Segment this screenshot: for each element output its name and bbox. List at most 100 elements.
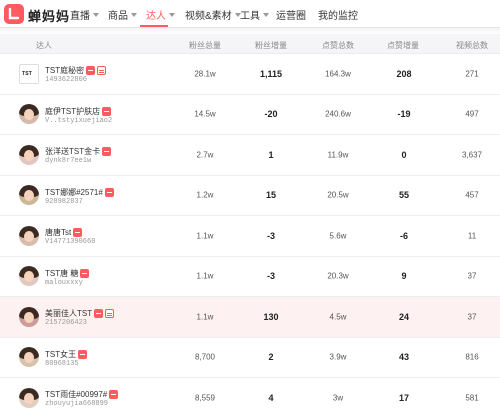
shop-badge-icon: [105, 309, 115, 318]
col-header-likes-total[interactable]: 点赞总数: [322, 40, 354, 51]
cell-fans-inc: 130: [263, 311, 279, 322]
cell-fans-total: 14.5w: [194, 109, 216, 119]
logo-icon[interactable]: TST: [19, 63, 39, 84]
cell-likes-inc: 0: [401, 149, 407, 160]
col-header-fans-inc[interactable]: 粉丝增量: [255, 40, 287, 51]
chevron-down-icon: [169, 13, 175, 17]
table-row[interactable]: TST雨佳#00997# zhouyujia668899 8,559 4 3w 17 581: [0, 378, 500, 408]
cell-likes-total: 5.6w: [329, 231, 347, 241]
influencer-name[interactable]: TST女王: [45, 349, 88, 360]
col-header-influencer[interactable]: 达人: [36, 40, 52, 51]
table-header: 达人 粉丝总量 粉丝增量 点赞总数 点赞增量 视频总数: [0, 34, 500, 54]
table-row[interactable]: TST女王 80968135 8,700 2 3.9w 43 816: [0, 338, 500, 378]
col-header-fans-total[interactable]: 粉丝总量: [189, 40, 221, 51]
influencer-name[interactable]: 唐唐Tst: [45, 227, 83, 238]
cell-likes-total: 4.5w: [329, 312, 347, 322]
avatar[interactable]: [19, 185, 39, 206]
cell-videos: 457: [465, 190, 479, 200]
avatar[interactable]: [19, 225, 39, 246]
influencer-name-text: TST雨佳#00997#: [45, 390, 108, 399]
influencer-id: 2157206423: [45, 319, 88, 327]
nav-my-monitor-label: 我的监控: [318, 11, 358, 22]
nav-videos[interactable]: 视频&素材: [185, 7, 241, 22]
col-header-videos[interactable]: 视频总数: [456, 40, 488, 51]
cell-likes-total: 240.6w: [325, 109, 351, 119]
nav-live-label: 直播: [70, 11, 90, 22]
avatar[interactable]: [19, 387, 39, 408]
influencer-id: V14771390660: [45, 238, 96, 246]
nav-ops-circle[interactable]: 运营圈: [276, 7, 306, 22]
cell-fans-inc: -3: [266, 230, 276, 241]
nav-tools[interactable]: 工具: [240, 7, 269, 22]
influencer-name[interactable]: TST娜娜#2571#: [45, 187, 114, 198]
influencer-name[interactable]: 庭伊TST护肤店: [45, 106, 112, 117]
table-row[interactable]: TST娜娜#2571# 928982837 1.2w 15 20.5w 55 457: [0, 176, 500, 216]
influencer-id: V..tstyixuejiao2: [45, 116, 113, 125]
chevron-down-icon: [131, 13, 137, 17]
influencer-name-text: TST庭秘密: [45, 66, 85, 75]
table-row[interactable]: 唐唐Tst V14771390660 1.1w -3 5.6w -6 11: [0, 216, 500, 257]
cell-fans-total: 1.1w: [196, 271, 214, 281]
influencer-name[interactable]: 张洋送TST金卡: [45, 146, 112, 157]
account-badge-icon: [102, 106, 112, 116]
nav-influencers[interactable]: 达人: [146, 7, 175, 22]
cell-fans-total: 1.2w: [196, 190, 214, 200]
cell-videos: 11: [467, 231, 477, 241]
table-row[interactable]: 美丽佳人TST 2157206423 1.1w 130 4.5w 24 37: [0, 297, 500, 338]
influencer-name[interactable]: 美丽佳人TST: [45, 308, 115, 319]
cell-likes-total: 11.9w: [327, 150, 349, 160]
nav-videos-label: 视频&素材: [185, 11, 232, 22]
cell-videos: 816: [465, 352, 479, 362]
cell-likes-inc: 17: [398, 392, 410, 403]
influencer-name[interactable]: TST庭秘密: [45, 65, 107, 76]
cell-likes-total: 164.3w: [325, 69, 351, 79]
nav-my-monitor[interactable]: 我的监控: [318, 7, 358, 22]
avatar[interactable]: [19, 266, 39, 287]
nav-tools-label: 工具: [240, 11, 260, 22]
influencer-name[interactable]: TST雨佳#00997#: [45, 389, 119, 400]
account-badge-icon: [78, 349, 88, 359]
avatar[interactable]: [19, 347, 39, 368]
table-row[interactable]: 庭伊TST护肤店 V..tstyixuejiao2 14.5w -20 240.6w -1…: [0, 95, 500, 135]
col-header-likes-inc[interactable]: 点赞增量: [387, 40, 419, 51]
account-badge-icon: [109, 390, 119, 399]
cell-likes-total: 20.5w: [327, 190, 349, 200]
cell-videos: 3,637: [461, 150, 483, 160]
influencer-id: 80968135: [45, 359, 79, 368]
nav-products-label: 商品: [108, 11, 128, 22]
table-row[interactable]: TST唐 糖 malouxxxy 1.1w -3 20.3w 9 37: [0, 257, 500, 297]
influencer-id: zhouyujia668899: [45, 400, 109, 408]
logo-icon[interactable]: [4, 4, 24, 24]
avatar[interactable]: [19, 144, 39, 165]
cell-likes-inc: 9: [401, 271, 407, 282]
shop-badge-icon: [97, 66, 107, 75]
account-badge-icon: [80, 268, 90, 278]
avatar[interactable]: [19, 104, 39, 125]
nav-ops-circle-label: 运营圈: [276, 11, 306, 22]
account-badge-icon: [86, 66, 96, 75]
influencer-name-text: TST娜娜#2571#: [45, 187, 103, 197]
table-row[interactable]: TST TST庭秘密 1493622806 28.1w 1,115 164.3w 208 27…: [0, 54, 500, 95]
nav-influencers-label: 达人: [146, 11, 166, 22]
cell-fans-inc: -3: [266, 271, 276, 282]
nav-live[interactable]: 直播: [70, 7, 99, 22]
active-tab-indicator: [140, 25, 168, 27]
avatar[interactable]: [19, 306, 39, 327]
cell-likes-inc: -6: [399, 230, 409, 241]
influencer-id: 1493622806: [45, 76, 88, 84]
cell-likes-total: 3.9w: [329, 352, 347, 362]
cell-fans-total: 2.7w: [196, 150, 214, 160]
cell-videos: 37: [467, 312, 477, 322]
influencer-name[interactable]: TST唐 糖: [45, 268, 90, 279]
cell-fans-total: 1.1w: [196, 231, 214, 241]
brand-name[interactable]: 蝉妈妈: [28, 6, 70, 25]
influencer-name-text: 美丽佳人TST: [45, 309, 93, 318]
cell-fans-inc: 1,115: [259, 68, 283, 79]
cell-likes-inc: 55: [398, 190, 410, 201]
table-row[interactable]: 张洋送TST金卡 dynk8r7ee1w 2.7w 1 11.9w 0 3,637: [0, 135, 500, 176]
nav-products[interactable]: 商品: [108, 7, 137, 22]
cell-likes-inc: 208: [396, 68, 412, 79]
influencer-name-text: 张洋送TST金卡: [45, 147, 101, 156]
cell-videos: 497: [465, 109, 479, 119]
account-badge-icon: [102, 147, 112, 156]
